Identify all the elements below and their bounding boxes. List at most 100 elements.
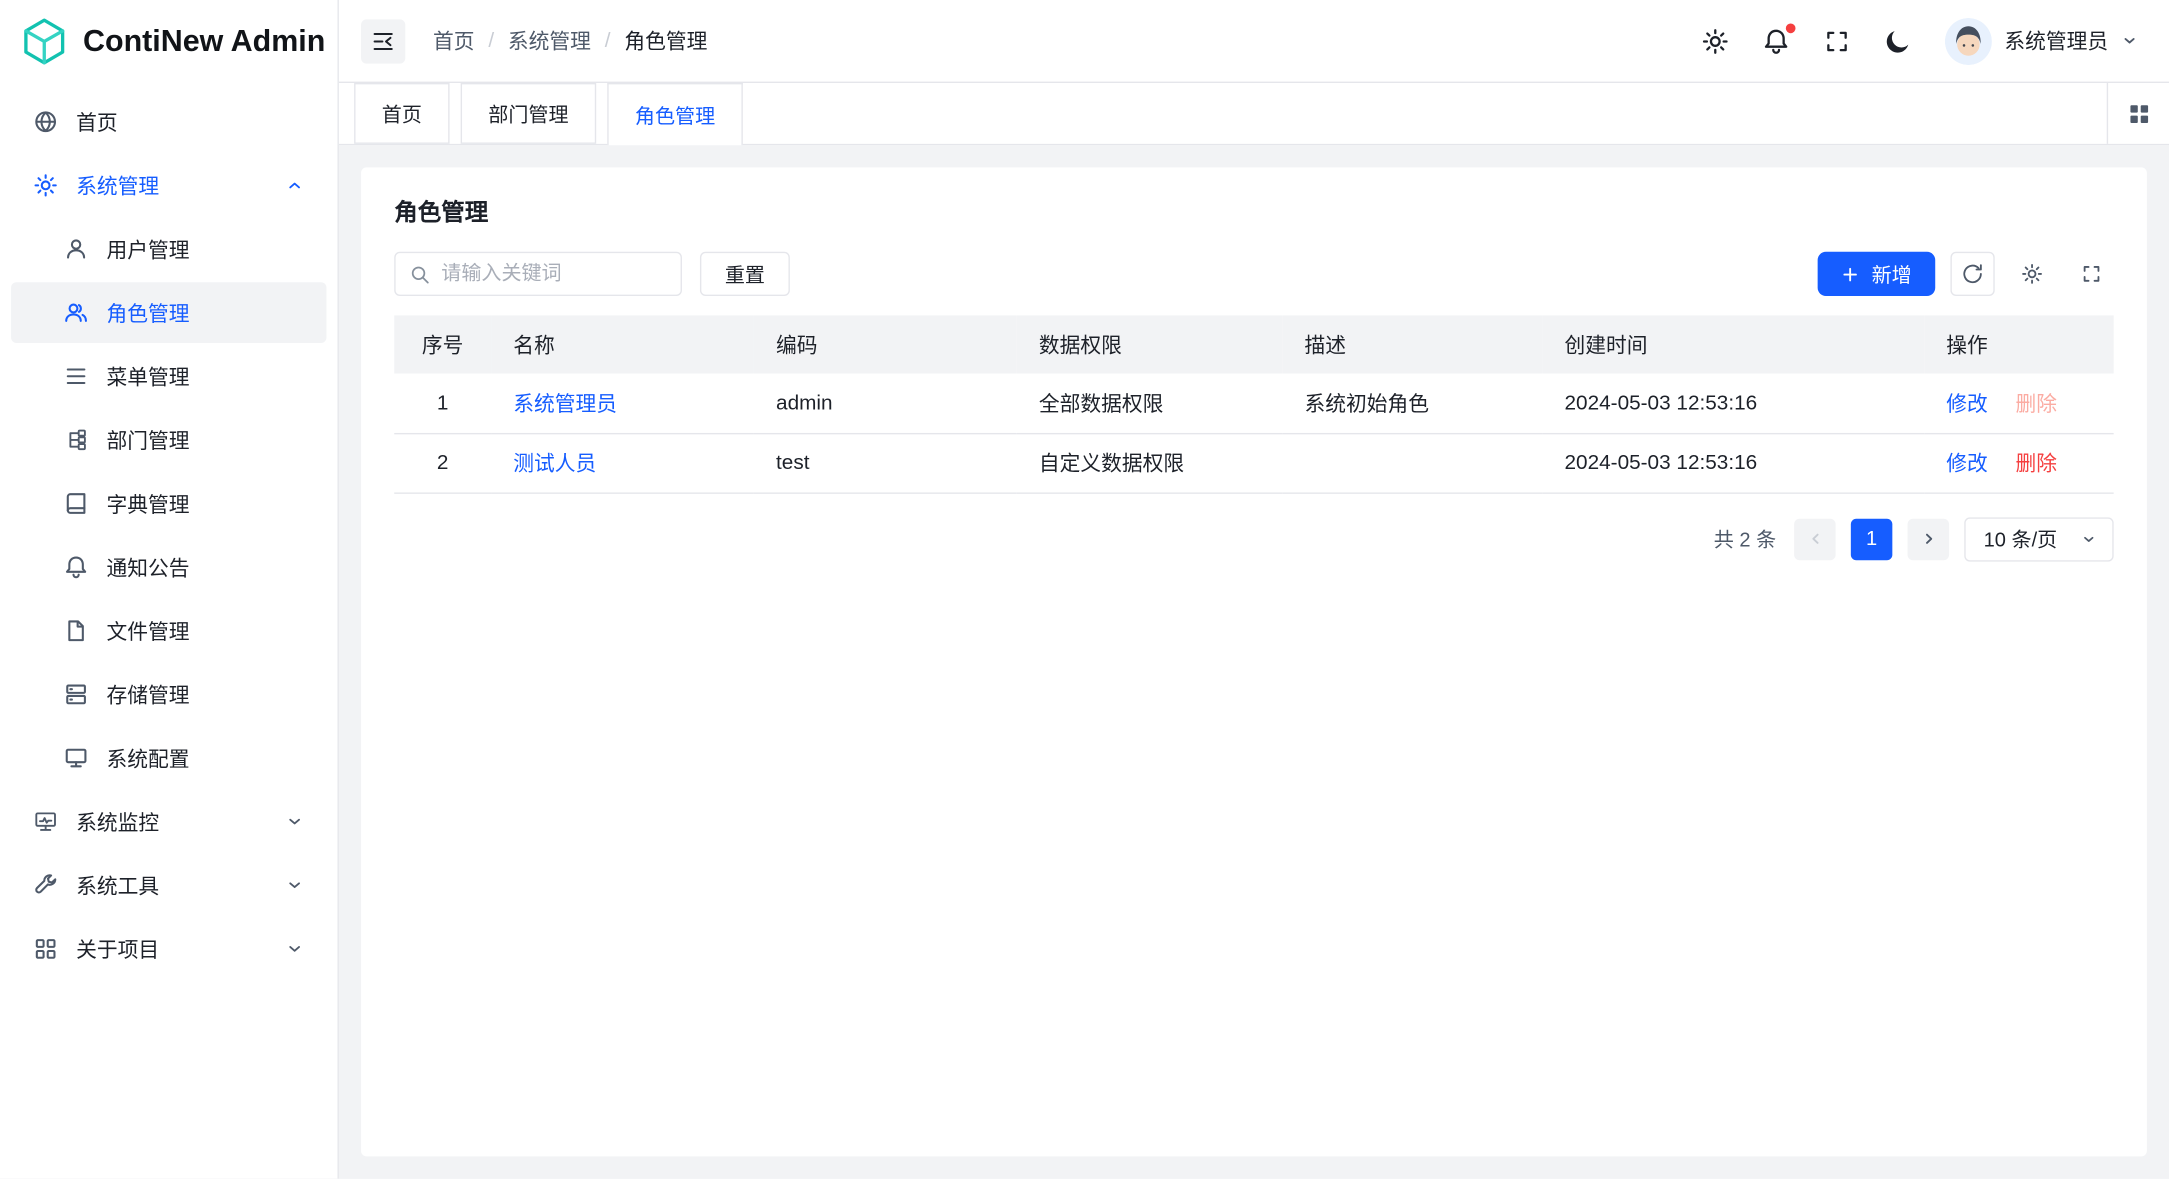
brand-title: ContiNew Admin	[83, 24, 325, 60]
delete-action[interactable]: 删除	[2015, 452, 2057, 476]
cell-code: admin	[754, 373, 1017, 432]
bell-icon	[64, 555, 89, 580]
breadcrumb-separator: /	[488, 29, 494, 53]
settings-icon[interactable]	[1701, 27, 1729, 55]
notification-badge-dot	[1786, 23, 1796, 33]
sidebar-item-menu-management[interactable]: 菜单管理	[11, 346, 326, 407]
sidebar-item-notification[interactable]: 通知公告	[11, 537, 326, 598]
pagination-next-button[interactable]	[1908, 518, 1949, 559]
sidebar-item-system-management[interactable]: 系统管理	[11, 155, 326, 216]
tab-home[interactable]: 首页	[354, 83, 449, 144]
sidebar-item-system-tools[interactable]: 系统工具	[11, 855, 326, 916]
page-content: 角色管理 重置 新增	[339, 145, 2169, 1178]
tab-actions-button[interactable]	[2107, 83, 2169, 144]
role-name-link[interactable]: 系统管理员	[513, 393, 617, 417]
page-size-select[interactable]: 10 条/页	[1964, 517, 2113, 561]
main-area: 首页 / 系统管理 / 角色管理	[339, 0, 2169, 1179]
edit-action[interactable]: 修改	[1946, 393, 1988, 417]
file-icon	[64, 618, 89, 643]
sidebar-item-dictionary-management[interactable]: 字典管理	[11, 473, 326, 534]
column-header-data-scope: 数据权限	[1017, 315, 1283, 373]
desktop-icon	[64, 746, 89, 771]
column-header-no: 序号	[394, 315, 491, 373]
table-header-row: 序号 名称 编码 数据权限 描述 创建时间 操作	[394, 315, 2113, 373]
cell-data-scope: 全部数据权限	[1017, 373, 1283, 432]
search-icon	[409, 264, 430, 285]
username: 系统管理员	[2004, 26, 2108, 55]
delete-action-disabled: 删除	[2015, 393, 2057, 417]
breadcrumb-item[interactable]: 系统管理	[508, 26, 591, 55]
sidebar-item-storage-management[interactable]: 存储管理	[11, 664, 326, 725]
list-icon	[64, 364, 89, 389]
sidebar-item-file-management[interactable]: 文件管理	[11, 600, 326, 661]
sidebar-item-label: 角色管理	[107, 298, 190, 327]
sidebar-item-about-project[interactable]: 关于项目	[11, 919, 326, 980]
viewport: ContiNew Admin 首页 系统管理	[0, 0, 2169, 1179]
page-title: 角色管理	[394, 192, 2113, 227]
reset-button[interactable]: 重置	[700, 252, 790, 296]
plus-icon	[1841, 265, 1859, 283]
refresh-button[interactable]	[1950, 252, 1994, 296]
dark-mode-moon-icon[interactable]	[1884, 27, 1912, 55]
notifications-bell-icon[interactable]	[1762, 27, 1790, 55]
sidebar-item-department-management[interactable]: 部门管理	[11, 409, 326, 470]
brand[interactable]: ContiNew Admin	[0, 0, 338, 83]
expand-icon	[2080, 263, 2102, 285]
sidebar-item-role-management[interactable]: 角色管理	[11, 282, 326, 343]
column-header-name: 名称	[491, 315, 754, 373]
chevron-right-icon	[1919, 530, 1937, 548]
cell-no: 2	[394, 433, 491, 492]
column-header-created-at: 创建时间	[1542, 315, 1924, 373]
breadcrumb-item[interactable]: 首页	[433, 26, 475, 55]
sidebar-item-system-config[interactable]: 系统配置	[11, 728, 326, 789]
chevron-down-icon	[285, 876, 304, 895]
chevron-down-icon	[285, 939, 304, 958]
cell-code: test	[754, 433, 1017, 492]
globe-icon	[33, 109, 58, 134]
toolbar: 重置 新增	[394, 252, 2113, 296]
column-header-description: 描述	[1282, 315, 1542, 373]
storage-icon	[64, 682, 89, 707]
avatar	[1945, 17, 1992, 64]
chevron-up-icon	[285, 176, 304, 195]
user-menu[interactable]: 系统管理员	[1945, 17, 2139, 64]
fullscreen-icon[interactable]	[1823, 27, 1851, 55]
table-fullscreen-button[interactable]	[2069, 252, 2113, 296]
topbar-actions: 系统管理员	[1701, 17, 2138, 64]
role-name-link[interactable]: 测试人员	[513, 452, 596, 476]
tab-role-management[interactable]: 角色管理	[607, 83, 743, 145]
add-button-label: 新增	[1872, 259, 1912, 288]
sidebar-item-label: 用户管理	[107, 234, 190, 263]
gear-icon	[2021, 263, 2043, 285]
gear-icon	[33, 173, 58, 198]
book-icon	[64, 491, 89, 516]
sidebar-item-label: 系统配置	[107, 744, 190, 773]
tab-department-management[interactable]: 部门管理	[461, 83, 597, 144]
sidebar-item-home[interactable]: 首页	[11, 91, 326, 152]
edit-action[interactable]: 修改	[1946, 452, 1988, 476]
breadcrumb-item-current: 角色管理	[624, 26, 707, 55]
sidebar-item-label: 部门管理	[107, 425, 190, 454]
cell-data-scope: 自定义数据权限	[1017, 433, 1283, 492]
search-box	[394, 252, 682, 296]
refresh-icon	[1962, 263, 1984, 285]
table-row: 2 测试人员 test 自定义数据权限 2024-05-03 12:53:16 …	[394, 433, 2113, 492]
sidebar-item-label: 存储管理	[107, 680, 190, 709]
sidebar-item-system-monitor[interactable]: 系统监控	[11, 791, 326, 852]
pagination-page-1[interactable]: 1	[1851, 518, 1892, 559]
breadcrumb: 首页 / 系统管理 / 角色管理	[433, 26, 707, 55]
sidebar-item-label: 系统工具	[76, 871, 159, 900]
brand-logo-icon	[19, 17, 69, 67]
column-settings-button[interactable]	[2010, 252, 2054, 296]
table-row: 1 系统管理员 admin 全部数据权限 系统初始角色 2024-05-03 1…	[394, 373, 2113, 432]
page-size-value: 10 条/页	[1984, 524, 2058, 553]
sidebar-item-label: 文件管理	[107, 616, 190, 645]
role-management-card: 角色管理 重置 新增	[361, 167, 2147, 1156]
wrench-icon	[33, 873, 58, 898]
add-button[interactable]: 新增	[1818, 252, 1936, 296]
column-header-code: 编码	[754, 315, 1017, 373]
sidebar-item-user-management[interactable]: 用户管理	[11, 219, 326, 280]
search-input[interactable]	[441, 263, 666, 285]
pagination-prev-button[interactable]	[1794, 518, 1835, 559]
collapse-sidebar-button[interactable]	[361, 19, 405, 63]
